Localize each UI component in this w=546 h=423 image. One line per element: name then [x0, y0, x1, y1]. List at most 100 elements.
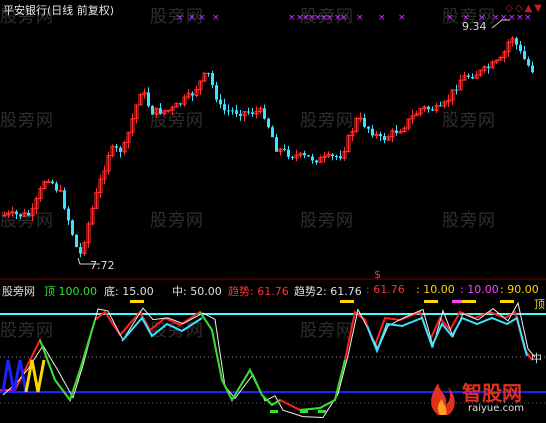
candle — [22, 208, 27, 218]
candle — [467, 73, 470, 79]
candle — [367, 125, 370, 134]
candle — [502, 49, 507, 63]
candle — [406, 118, 411, 131]
signal-cross-icon: × — [288, 13, 296, 23]
diamond-icon[interactable]: ◇ — [505, 3, 515, 14]
diamond-icon[interactable]: ◇ — [515, 3, 525, 14]
down-arrow-icon[interactable]: ▼ — [534, 3, 544, 14]
candle — [490, 59, 495, 69]
top-label: 顶 100.00 — [44, 285, 97, 298]
candle — [122, 140, 127, 156]
candle — [247, 107, 250, 115]
candle — [339, 150, 342, 161]
candle — [318, 155, 323, 163]
candle — [414, 110, 419, 117]
logo-url: raiyue.com — [468, 403, 524, 414]
candle — [283, 144, 286, 152]
candle — [471, 73, 474, 80]
chart-plot: × × × × × ×××××× ×× × × × × × × × × × × × — [0, 13, 546, 418]
candle — [446, 94, 451, 108]
candle — [38, 185, 43, 202]
signal-cross-icon: × — [356, 13, 364, 23]
candle — [498, 55, 503, 61]
signal-cross-icon: × — [516, 13, 524, 23]
mid-label: 中: 50.00 — [172, 285, 222, 298]
bottom-signal-marker — [270, 410, 278, 413]
candle — [202, 72, 207, 83]
candle — [326, 151, 331, 158]
candle — [455, 84, 458, 95]
candle — [207, 72, 210, 77]
candle — [63, 187, 66, 210]
candle — [90, 205, 95, 226]
candle — [506, 39, 511, 58]
candlestick-series — [2, 36, 534, 258]
candle — [154, 107, 159, 118]
candle — [94, 188, 99, 210]
candle — [242, 111, 247, 122]
top-signal-marker — [340, 300, 354, 303]
signal-cross-icon: × — [326, 13, 334, 23]
top-signal-marker — [500, 300, 514, 303]
candle — [287, 146, 290, 160]
top-signal-marker — [424, 300, 438, 303]
trend2-label: 趋势2: 61.76 — [294, 285, 362, 298]
candle — [350, 127, 355, 142]
low-price-label: 7.72 — [90, 259, 115, 272]
candle — [519, 41, 522, 54]
candle — [307, 155, 310, 157]
up-arrow-icon[interactable]: ▲ — [525, 3, 535, 14]
candle — [263, 104, 266, 120]
indicator-source: 股旁网 — [2, 285, 35, 298]
candle — [10, 206, 15, 217]
candle — [527, 56, 530, 67]
left-zigzag-blue — [1, 359, 28, 393]
chart-window: 股旁网 股旁网 股旁网 股旁网 股旁网 股旁网 股旁网 股旁网 股旁网 股旁网 … — [0, 0, 546, 423]
candle — [254, 106, 259, 119]
candle — [71, 219, 74, 237]
candle — [42, 180, 47, 190]
candle — [223, 98, 226, 115]
signal-cross-icon: × — [176, 13, 184, 23]
signal-cross-icon: × — [188, 13, 196, 23]
candle — [67, 206, 70, 225]
candle — [179, 102, 182, 107]
toolbar-controls[interactable]: ◇◇▲▼ — [505, 3, 544, 14]
candle — [390, 128, 395, 143]
candle — [358, 112, 363, 123]
candle — [494, 59, 499, 65]
candle — [410, 109, 415, 124]
candle — [422, 105, 427, 112]
candle — [374, 130, 379, 139]
signal-cross-icon: × — [500, 13, 508, 23]
candle — [170, 105, 175, 115]
candle — [130, 113, 135, 136]
candle — [383, 132, 386, 144]
candle — [431, 106, 434, 111]
candle — [2, 211, 7, 217]
chart-title: 平安银行(日线 前复权) — [3, 4, 115, 17]
candle — [231, 107, 234, 115]
candle — [478, 69, 483, 77]
candle — [86, 221, 91, 248]
candle — [278, 147, 283, 156]
value-2: : 10.00 — [460, 283, 499, 296]
candle — [102, 165, 107, 185]
candle — [110, 144, 115, 158]
candle — [515, 36, 518, 50]
trend-label: 趋势: 61.76 — [228, 285, 289, 298]
right-mid-label: 中 — [531, 352, 542, 365]
candle — [106, 151, 111, 175]
candle — [134, 104, 139, 124]
candle — [186, 88, 191, 100]
candle — [402, 126, 407, 133]
candle — [227, 104, 230, 116]
candle — [191, 91, 194, 102]
candle — [147, 87, 150, 108]
candle — [82, 240, 87, 257]
candle — [315, 159, 318, 165]
candle — [439, 101, 442, 107]
candle — [523, 45, 526, 60]
candle — [531, 61, 534, 74]
candle — [474, 70, 479, 79]
